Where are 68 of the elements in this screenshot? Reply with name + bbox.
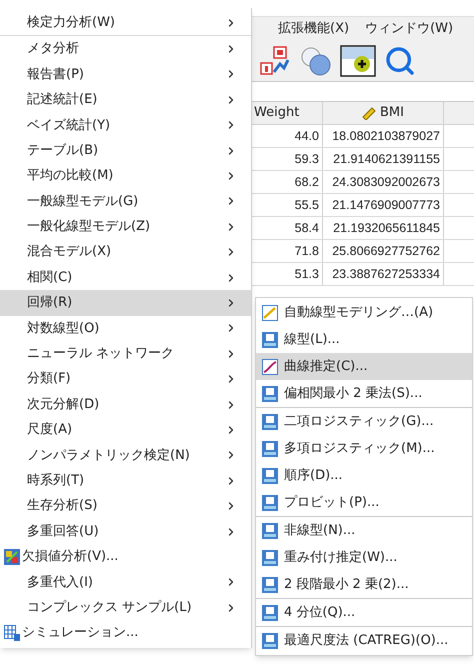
regression-icon <box>262 604 278 620</box>
search-icon[interactable] <box>384 44 416 76</box>
regression-icon <box>262 440 278 456</box>
menu-item[interactable]: 検定力分析(W) <box>0 10 251 36</box>
menu-item[interactable]: 非線型(N)... <box>256 517 472 544</box>
menu-item[interactable]: 2 段階最小 2 乗(2)... <box>256 571 472 598</box>
grid-icon <box>4 625 20 642</box>
menu-item[interactable]: 平均の比較(M) <box>0 163 251 189</box>
menu-item[interactable]: 生存分析(S) <box>0 493 251 519</box>
menu-item[interactable]: 相関(C) <box>0 264 251 290</box>
menu-item[interactable]: 多重代入(I) <box>0 570 251 595</box>
menu-item[interactable]: ベイズ統計(Y) <box>0 112 251 138</box>
chart-line-icon <box>262 304 278 320</box>
menu-item[interactable]: 二項ロジスティック(G)... <box>256 408 472 435</box>
ruler-icon <box>362 106 376 120</box>
regression-icon <box>262 632 278 648</box>
menu-item[interactable]: シミュレーション... <box>0 620 251 646</box>
menu-item[interactable]: テーブル(B) <box>0 138 251 164</box>
menu-item[interactable]: 欠損値分析(V)... <box>0 544 251 570</box>
menu-item[interactable]: 4 分位(Q)... <box>256 599 472 626</box>
menu-item[interactable]: ニューラル ネットワーク <box>0 341 251 366</box>
menu-item[interactable]: コンプレックス サンプル(L) <box>0 594 251 620</box>
menu-item[interactable]: 偏相関最小 2 乗法(S)... <box>256 380 472 407</box>
venn-circles-icon[interactable] <box>300 46 332 76</box>
value-labels-icon[interactable] <box>260 46 292 76</box>
regression-icon <box>262 522 278 538</box>
regression-icon <box>262 576 278 592</box>
regression-icon <box>262 332 278 348</box>
menu-item[interactable]: プロビット(P)... <box>256 489 472 516</box>
menu-item[interactable]: 尺度(A) <box>0 417 251 443</box>
menu-item[interactable]: 自動線型モデリング…(A) <box>256 299 472 326</box>
menu-item[interactable]: ノンパラメトリック検定(N) <box>0 442 251 468</box>
menu-item[interactable]: 報告書(P) <box>0 62 251 88</box>
regression-icon <box>262 550 278 566</box>
menu-item[interactable]: 曲線推定(C)... <box>256 353 472 380</box>
menu-item[interactable]: 最適尺度法 (CATREG)(O)... <box>256 627 472 654</box>
menu-item[interactable]: 回帰(R) <box>0 290 251 316</box>
table-cell: 25.8066927752762 <box>323 240 444 262</box>
menu-item[interactable]: 多項ロジスティック(M)... <box>256 435 472 462</box>
menu-item[interactable]: 記述統計(E) <box>0 87 251 113</box>
table-cell: 21.1932065611845 <box>323 217 444 239</box>
select-cases-icon[interactable] <box>340 44 376 76</box>
menu-bar-item[interactable]: ウィンドウ(W) <box>365 18 454 38</box>
regression-icon <box>262 494 278 510</box>
menu-item[interactable]: 時系列(T) <box>0 468 251 494</box>
menu-item[interactable]: 線型(L)... <box>256 326 472 353</box>
menu-item[interactable]: 対数線型(O) <box>0 316 251 342</box>
regression-icon <box>262 386 278 402</box>
menu-item[interactable]: 分類(F) <box>0 366 251 392</box>
table-cell: 23.3887627253334 <box>323 263 444 285</box>
menu-item[interactable]: 多重回答(U) <box>0 518 251 544</box>
table-cell: 21.1476909007773 <box>323 194 444 216</box>
menu-bar-item[interactable]: 拡張機能(X) <box>278 18 350 38</box>
regression-icon <box>262 414 278 430</box>
table-cell: 24.3083092002673 <box>323 171 444 193</box>
table-cell: 21.9140621391155 <box>323 148 444 170</box>
curve-chart-icon <box>262 358 278 374</box>
missing-values-icon <box>4 548 20 565</box>
menu-item[interactable]: 混合モデル(X) <box>0 240 251 265</box>
table-cell: 18.0802103879027 <box>323 125 444 147</box>
menu-item[interactable]: 一般線型モデル(G) <box>0 188 251 214</box>
menu-item[interactable]: 重み付け推定(W)... <box>256 544 472 571</box>
menu-item[interactable]: 次元分解(D) <box>0 392 251 418</box>
menu-item[interactable]: 順序(D)... <box>256 462 472 489</box>
column-header[interactable]: BMI <box>323 102 444 124</box>
regression-icon <box>262 468 278 484</box>
menu-item[interactable]: 一般化線型モデル(Z) <box>0 214 251 240</box>
menu-item[interactable]: メタ分析 <box>0 36 251 62</box>
